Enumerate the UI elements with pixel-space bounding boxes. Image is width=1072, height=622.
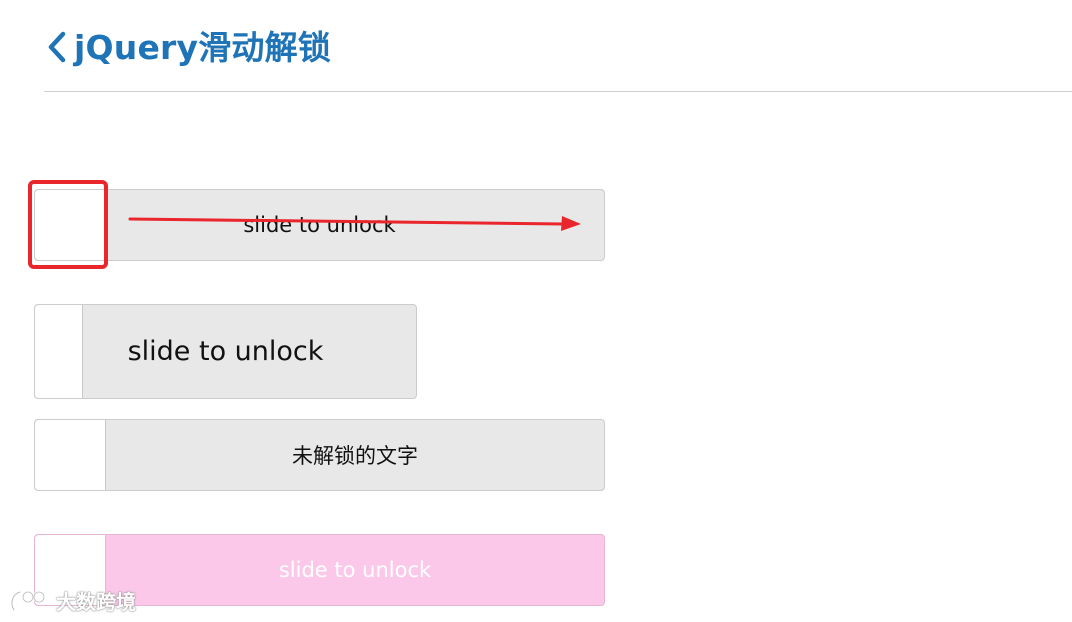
slider-label: slide to unlock (127, 336, 324, 367)
handle-highlight-box (28, 180, 108, 269)
unlock-slider: slide to unlock (34, 304, 417, 399)
watermark: 大数跨境 (8, 586, 136, 615)
slider-label: 未解锁的文字 (292, 444, 418, 468)
header-divider (44, 91, 1072, 92)
chevron-left-icon[interactable] (46, 30, 68, 64)
page-header: jQuery滑动解锁 (46, 30, 331, 64)
brand-logo-icon (10, 590, 46, 611)
slider-handle[interactable] (35, 305, 83, 398)
page-title: jQuery滑动解锁 (74, 27, 332, 67)
slider-label: slide to unlock (278, 558, 432, 582)
watermark-text: 大数跨境 (56, 590, 136, 614)
page: jQuery滑动解锁 slide to unlock slide to unlo… (0, 0, 1072, 622)
arrow-right-icon (128, 216, 581, 231)
unlock-slider: 未解锁的文字 (34, 419, 605, 491)
slider-handle[interactable] (35, 420, 106, 490)
